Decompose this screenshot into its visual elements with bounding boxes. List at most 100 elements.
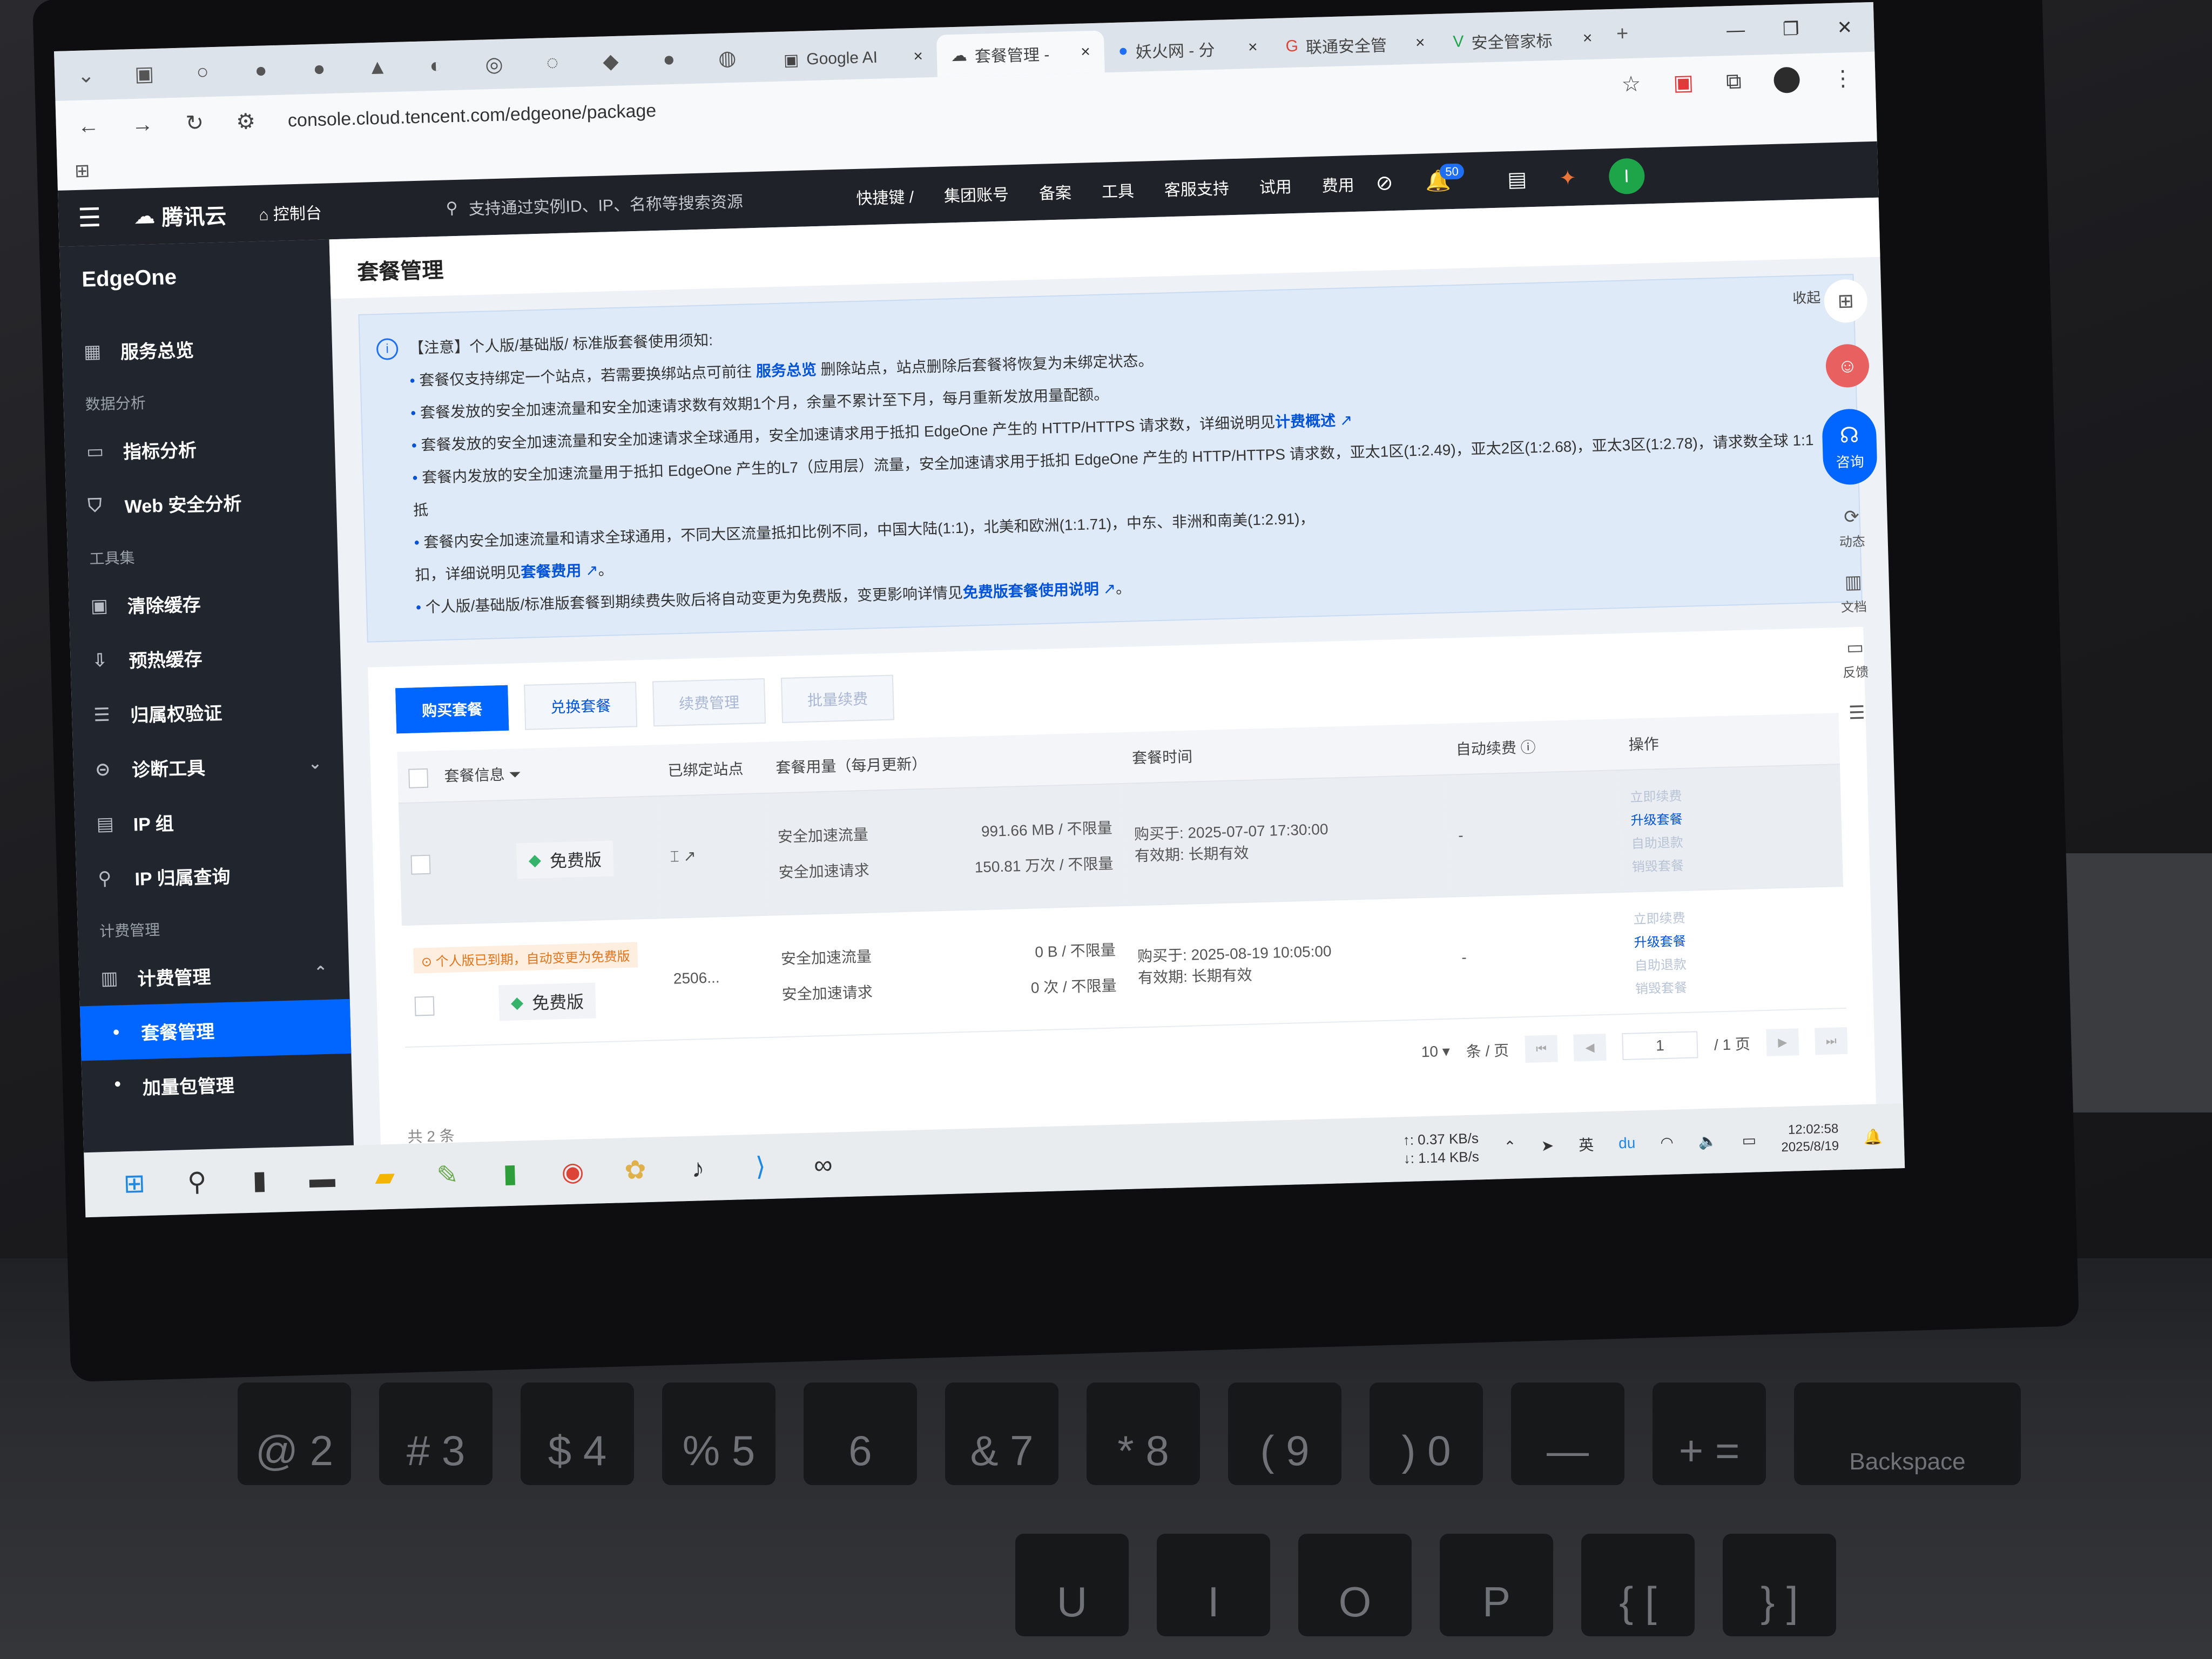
batch-renew-button[interactable]: 批量续费 xyxy=(780,675,895,723)
info-icon[interactable]: ⓘ xyxy=(1520,739,1536,756)
minimize-icon[interactable]: — xyxy=(1727,19,1745,42)
prev-page-icon[interactable]: ◀ xyxy=(1573,1033,1607,1062)
task-view-icon[interactable]: ▮ xyxy=(242,1163,278,1198)
tab-search-icon[interactable]: ⌄ xyxy=(69,59,103,92)
windows-start-icon[interactable]: ⊞ xyxy=(117,1166,152,1202)
pinned-tab-icon[interactable]: ● xyxy=(652,43,686,76)
notification-bell-icon[interactable]: 🔔 xyxy=(1863,1128,1883,1146)
tiktok-icon[interactable]: ♪ xyxy=(680,1151,716,1186)
terminal-icon[interactable]: ▬ xyxy=(305,1161,340,1196)
tab-unicom-security[interactable]: G 联通安全管 × xyxy=(1271,22,1440,68)
menu-tools[interactable]: 工具 xyxy=(1101,178,1134,203)
mascot-icon[interactable]: ☺ xyxy=(1825,343,1870,388)
extension-icon[interactable]: ▣ xyxy=(1673,70,1694,96)
restore-icon[interactable]: ❐ xyxy=(1783,18,1800,41)
apps-grid-icon[interactable]: ⊞ xyxy=(74,160,91,182)
volume-icon[interactable]: 🔈 xyxy=(1698,1132,1717,1150)
search-icon[interactable]: ⚲ xyxy=(179,1164,215,1200)
back-icon[interactable]: ← xyxy=(77,113,99,138)
site-settings-icon[interactable]: ⚙ xyxy=(236,109,256,134)
close-icon[interactable]: × xyxy=(1582,29,1592,48)
sidebar-item-ip-lookup[interactable]: ⚲ IP 归属查询 xyxy=(76,845,347,906)
compass-icon[interactable]: ⊘ xyxy=(1375,171,1393,195)
last-page-icon[interactable]: ⏭ xyxy=(1815,1027,1848,1055)
clock[interactable]: 12:02:58 2025/8/19 xyxy=(1781,1120,1839,1156)
exchange-package-button[interactable]: 兑换套餐 xyxy=(524,682,638,730)
qr-code-icon[interactable]: ⊞ xyxy=(1823,279,1868,323)
tab-package-management[interactable]: ☁ 套餐管理 - × xyxy=(936,30,1105,77)
tencent-cloud-logo[interactable]: ☁ 腾讯云 xyxy=(133,198,227,232)
photos-icon[interactable]: ✎ xyxy=(430,1157,466,1193)
menu-kebab-icon[interactable]: ⋮ xyxy=(1832,66,1854,91)
free-plan-guide-link[interactable]: 免费版套餐使用说明 xyxy=(962,581,1099,601)
bind-site-icon[interactable]: ↗ xyxy=(683,847,696,865)
upgrade-package-link[interactable]: 升级套餐 xyxy=(1634,926,1834,950)
close-window-icon[interactable]: ✕ xyxy=(1837,17,1853,39)
menu-icp-filing[interactable]: 备案 xyxy=(1038,179,1072,204)
news-button[interactable]: ⟳ 动态 xyxy=(1838,506,1865,550)
consult-button[interactable]: ☊ 咨询 xyxy=(1822,408,1878,485)
pinned-tab-icon[interactable]: ○ xyxy=(186,56,219,89)
pinned-tab-icon[interactable]: ● xyxy=(302,52,336,86)
destroy-package-link[interactable]: 销毁套餐 xyxy=(1635,973,1835,997)
renew-now-link[interactable]: 立即续费 xyxy=(1630,781,1830,805)
battery-icon[interactable]: ▭ xyxy=(1742,1131,1756,1149)
tab-google-ai[interactable]: ▣ Google AI × xyxy=(769,35,938,82)
pinned-tab-icon[interactable]: ◍ xyxy=(711,41,744,75)
send-icon[interactable]: ➤ xyxy=(1541,1136,1554,1155)
resource-search[interactable]: ⚲ 支持通过实例ID、IP、名称等搜索资源 xyxy=(446,185,857,220)
sidebar-item-ownership[interactable]: ☰ 归属权验证 xyxy=(71,681,343,743)
close-icon[interactable]: × xyxy=(1248,38,1258,57)
new-tab-icon[interactable]: + xyxy=(1606,17,1639,51)
chrome-icon[interactable]: ◉ xyxy=(555,1154,591,1190)
chevron-up-icon[interactable]: ⌃ xyxy=(1503,1137,1516,1156)
sidebar-item-billing[interactable]: ▥ 计费管理 ⌃ xyxy=(78,945,350,1006)
select-all-checkbox[interactable] xyxy=(408,768,429,788)
destroy-package-link[interactable]: 销毁套餐 xyxy=(1631,851,1832,875)
ai-assistant-icon[interactable]: ✦ xyxy=(1559,165,1577,190)
bell-icon[interactable]: 🔔50 xyxy=(1425,163,1475,193)
file-explorer-icon[interactable]: ▰ xyxy=(367,1159,403,1195)
close-icon[interactable]: × xyxy=(913,47,923,65)
renew-now-link[interactable]: 立即续费 xyxy=(1633,903,1833,927)
app-icon[interactable]: ✿ xyxy=(618,1152,653,1188)
overview-link[interactable]: 服务总览 xyxy=(756,361,817,380)
pinned-tab-icon[interactable]: ◆ xyxy=(594,44,628,78)
upgrade-package-link[interactable]: 升级套餐 xyxy=(1630,804,1831,828)
tab-security-butler[interactable]: V 安全管家标 × xyxy=(1438,17,1607,63)
sidebar-item-overview[interactable]: ▦ 服务总览 xyxy=(62,318,333,379)
wifi-icon[interactable]: ◠ xyxy=(1660,1133,1674,1151)
buy-package-button[interactable]: 购买套餐 xyxy=(395,685,509,734)
docs-button[interactable]: ▥ 文档 xyxy=(1840,571,1867,616)
row-checkbox[interactable] xyxy=(410,854,431,875)
page-size-select[interactable]: 10 ▾ xyxy=(1421,1042,1450,1061)
menu-shortcut[interactable]: 快捷键 / xyxy=(856,184,914,209)
sidebar-item-ip-group[interactable]: ▤ IP 组 xyxy=(74,790,346,852)
sidebar-item-web-security[interactable]: ⛉ Web 安全分析 xyxy=(65,472,337,534)
cell-bound-site[interactable]: 2506... xyxy=(660,915,772,1040)
close-icon[interactable]: × xyxy=(1415,33,1425,52)
pinned-tab-icon[interactable]: ▣ xyxy=(127,57,161,91)
tab-yaohuo[interactable]: ● 妖火网 - 分 × xyxy=(1104,26,1272,72)
self-refund-link[interactable]: 自助退款 xyxy=(1631,827,1831,852)
sidebar-item-package-management[interactable]: • 套餐管理 xyxy=(79,999,352,1061)
first-page-icon[interactable]: ⏮ xyxy=(1525,1034,1558,1063)
pinned-tab-icon[interactable]: ◎ xyxy=(477,48,511,81)
feedback-button[interactable]: ▭ 反馈 xyxy=(1842,637,1869,681)
link-app-icon[interactable]: ∞ xyxy=(805,1147,841,1183)
menu-trial[interactable]: 试用 xyxy=(1259,173,1292,198)
page-number-input[interactable]: 1 xyxy=(1622,1030,1698,1060)
puzzle-extensions-icon[interactable]: ⧉ xyxy=(1725,69,1742,94)
green-app-icon[interactable]: ▮ xyxy=(493,1156,528,1191)
profile-avatar[interactable] xyxy=(1773,66,1800,93)
baidu-icon[interactable]: du xyxy=(1618,1135,1636,1152)
bookmark-star-icon[interactable]: ☆ xyxy=(1621,72,1641,97)
pinned-tab-icon[interactable]: ● xyxy=(244,54,278,87)
ime-icon[interactable]: 英 xyxy=(1579,1134,1594,1156)
pinned-tab-icon[interactable]: ▲ xyxy=(361,51,394,84)
list-icon[interactable]: ☰ xyxy=(1849,702,1866,724)
package-fee-link[interactable]: 套餐费用 xyxy=(521,562,582,581)
menu-billing[interactable]: 费用 xyxy=(1321,172,1354,197)
pinned-tab-icon[interactable]: ◐ xyxy=(419,49,453,83)
sidebar-item-prefetch-cache[interactable]: ⇩ 预热缓存 xyxy=(70,626,341,688)
